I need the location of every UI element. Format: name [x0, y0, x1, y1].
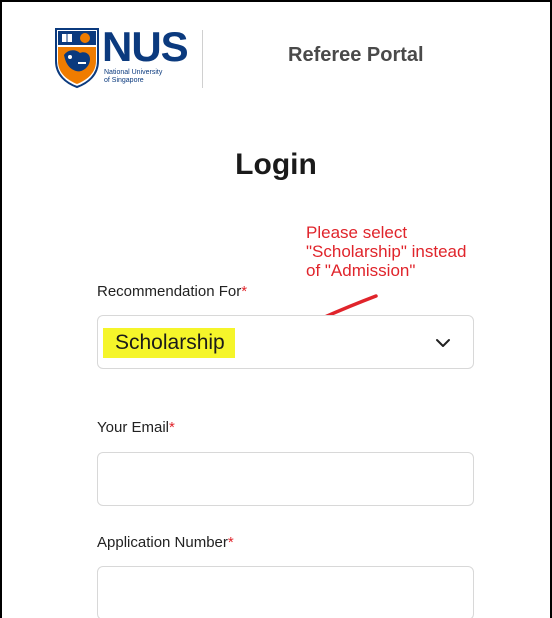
required-marker: * — [168, 419, 175, 436]
required-marker: * — [227, 534, 234, 551]
recommendation-selected-value: Scholarship — [103, 328, 235, 358]
annotation-note: Please select "Scholarship" instead of "… — [306, 223, 546, 280]
email-field[interactable] — [97, 452, 474, 506]
recommendation-select[interactable]: Scholarship — [97, 315, 474, 369]
application-number-label: Application Number* — [97, 534, 234, 551]
annotation-line3: of "Admission" — [306, 261, 416, 280]
logo-wordmark: NUS — [102, 23, 189, 70]
recommendation-label: Recommendation For* — [97, 283, 247, 300]
required-marker: * — [241, 283, 248, 300]
header: NUS National University of Singapore Ref… — [2, 2, 550, 102]
nus-logo[interactable]: NUS National University of Singapore — [54, 23, 189, 91]
recommendation-label-text: Recommendation For — [97, 283, 242, 300]
portal-title: Referee Portal — [288, 44, 424, 66]
email-label: Your Email* — [97, 419, 175, 436]
application-number-label-text: Application Number — [97, 534, 228, 551]
application-number-field[interactable] — [97, 566, 474, 618]
header-divider — [202, 30, 203, 88]
logo-subtitle: National University of Singapore — [104, 69, 184, 85]
nus-crest-icon — [55, 28, 99, 89]
login-title: Login — [235, 148, 317, 181]
logo-subtitle-line2: of Singapore — [104, 77, 144, 84]
chevron-down-icon — [436, 339, 450, 347]
page-frame: NUS National University of Singapore Ref… — [0, 0, 552, 618]
logo-subtitle-line1: National University — [104, 69, 163, 76]
annotation-line1: Please select — [306, 223, 408, 242]
annotation-line2: "Scholarship" instead — [306, 242, 467, 261]
email-label-text: Your Email — [97, 419, 169, 436]
